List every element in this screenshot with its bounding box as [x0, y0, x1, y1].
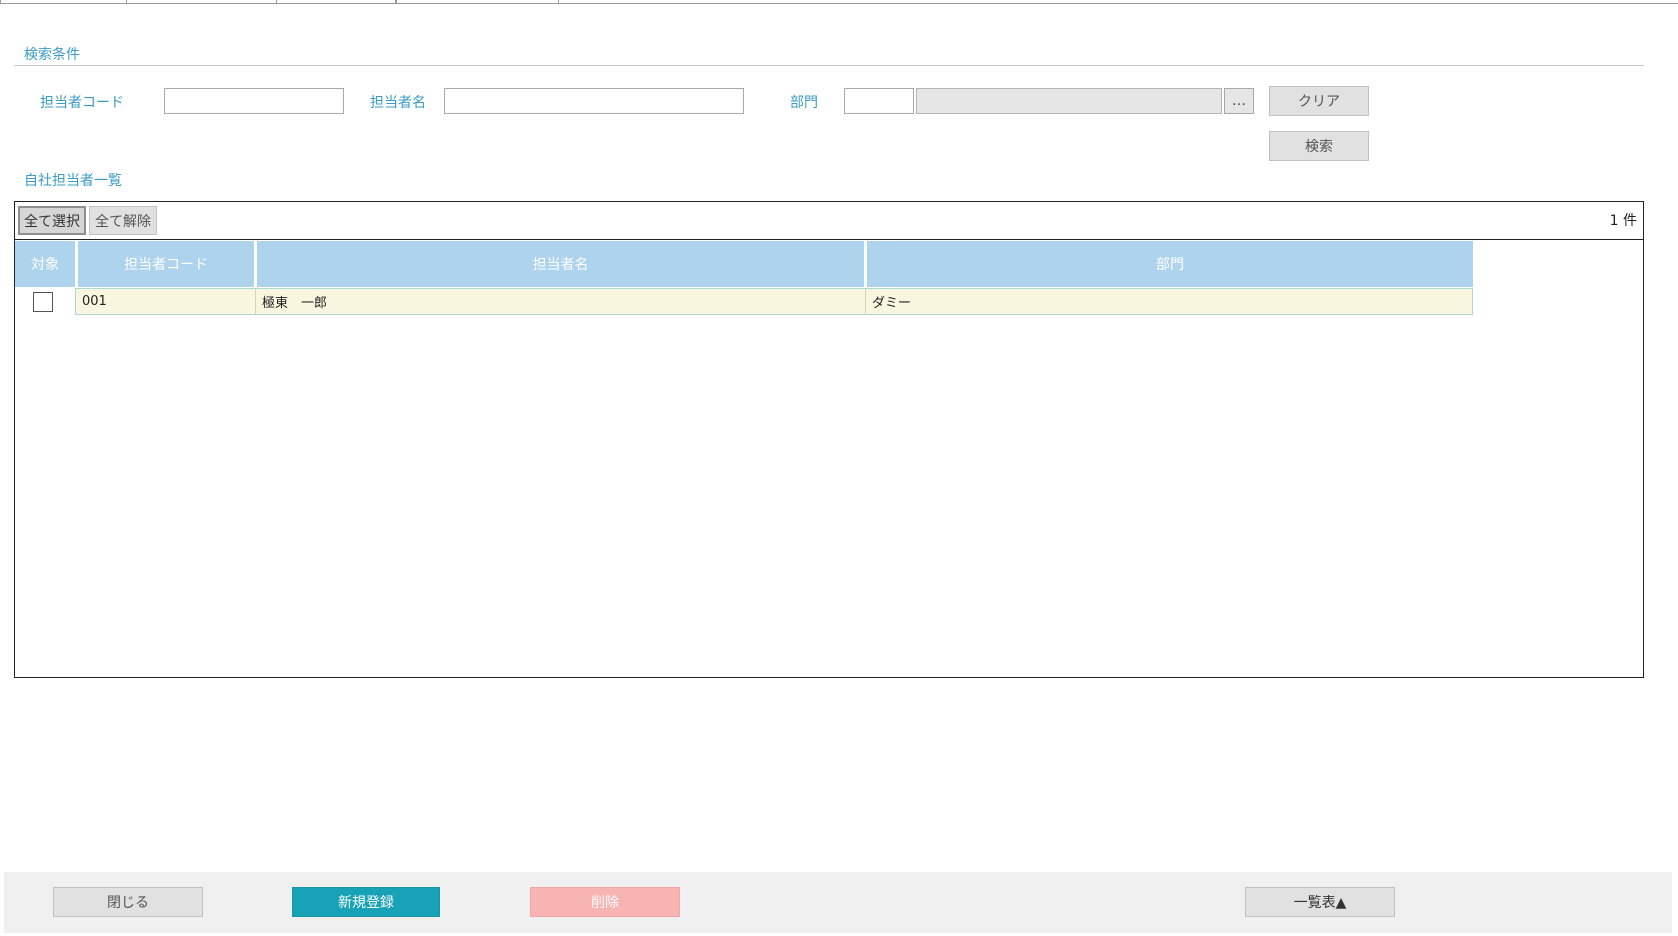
tab-strip-line — [559, 3, 1678, 4]
column-header-code[interactable]: 担当者コード — [75, 241, 254, 287]
clear-button[interactable]: クリア — [1269, 86, 1369, 116]
tab-1[interactable] — [0, 0, 127, 4]
record-count: 1 件 — [1609, 213, 1637, 229]
search-section-rule — [14, 65, 1644, 66]
search-button[interactable]: 検索 — [1269, 131, 1369, 161]
bottom-action-bar — [4, 872, 1672, 933]
column-header-name[interactable]: 担当者名 — [254, 241, 864, 287]
tab-strip — [0, 0, 1678, 5]
tab-3[interactable] — [276, 0, 396, 4]
dept-label: 部門 — [790, 95, 818, 111]
dept-code-input[interactable] — [844, 88, 914, 114]
staff-list-panel: 全て選択 全て解除 1 件 対象 担当者コード 担当者名 部門 001 極東 一… — [14, 201, 1644, 678]
dept-lookup-button[interactable]: … — [1224, 88, 1254, 114]
deselect-all-button[interactable]: 全て解除 — [89, 206, 157, 235]
row-code-cell: 001 — [82, 294, 107, 309]
column-header-target[interactable]: 対象 — [15, 241, 75, 287]
staff-code-input[interactable] — [164, 88, 344, 114]
staff-code-label: 担当者コード — [40, 95, 124, 111]
row-checkbox[interactable] — [33, 292, 53, 312]
row-dept-cell: ダミー — [865, 289, 1472, 314]
list-section-title: 自社担当者一覧 — [24, 173, 122, 189]
staff-name-label: 担当者名 — [370, 95, 426, 111]
new-register-button[interactable]: 新規登録 — [292, 887, 440, 917]
table-row[interactable]: 001 極東 一郎 ダミー — [75, 288, 1473, 315]
delete-button[interactable]: 削除 — [530, 887, 680, 917]
tab-active-gap — [127, 3, 276, 4]
dept-name-field — [916, 88, 1222, 114]
close-button[interactable]: 閉じる — [53, 887, 203, 917]
search-section-title: 検索条件 — [24, 47, 80, 63]
staff-name-input[interactable] — [444, 88, 744, 114]
select-all-button[interactable]: 全て選択 — [18, 206, 86, 235]
tab-4[interactable] — [396, 0, 559, 4]
list-report-button[interactable]: 一覧表▲ — [1245, 887, 1395, 917]
column-header-dept[interactable]: 部門 — [864, 241, 1473, 287]
toolbar-divider — [15, 239, 1643, 240]
row-name-cell: 極東 一郎 — [255, 289, 865, 314]
